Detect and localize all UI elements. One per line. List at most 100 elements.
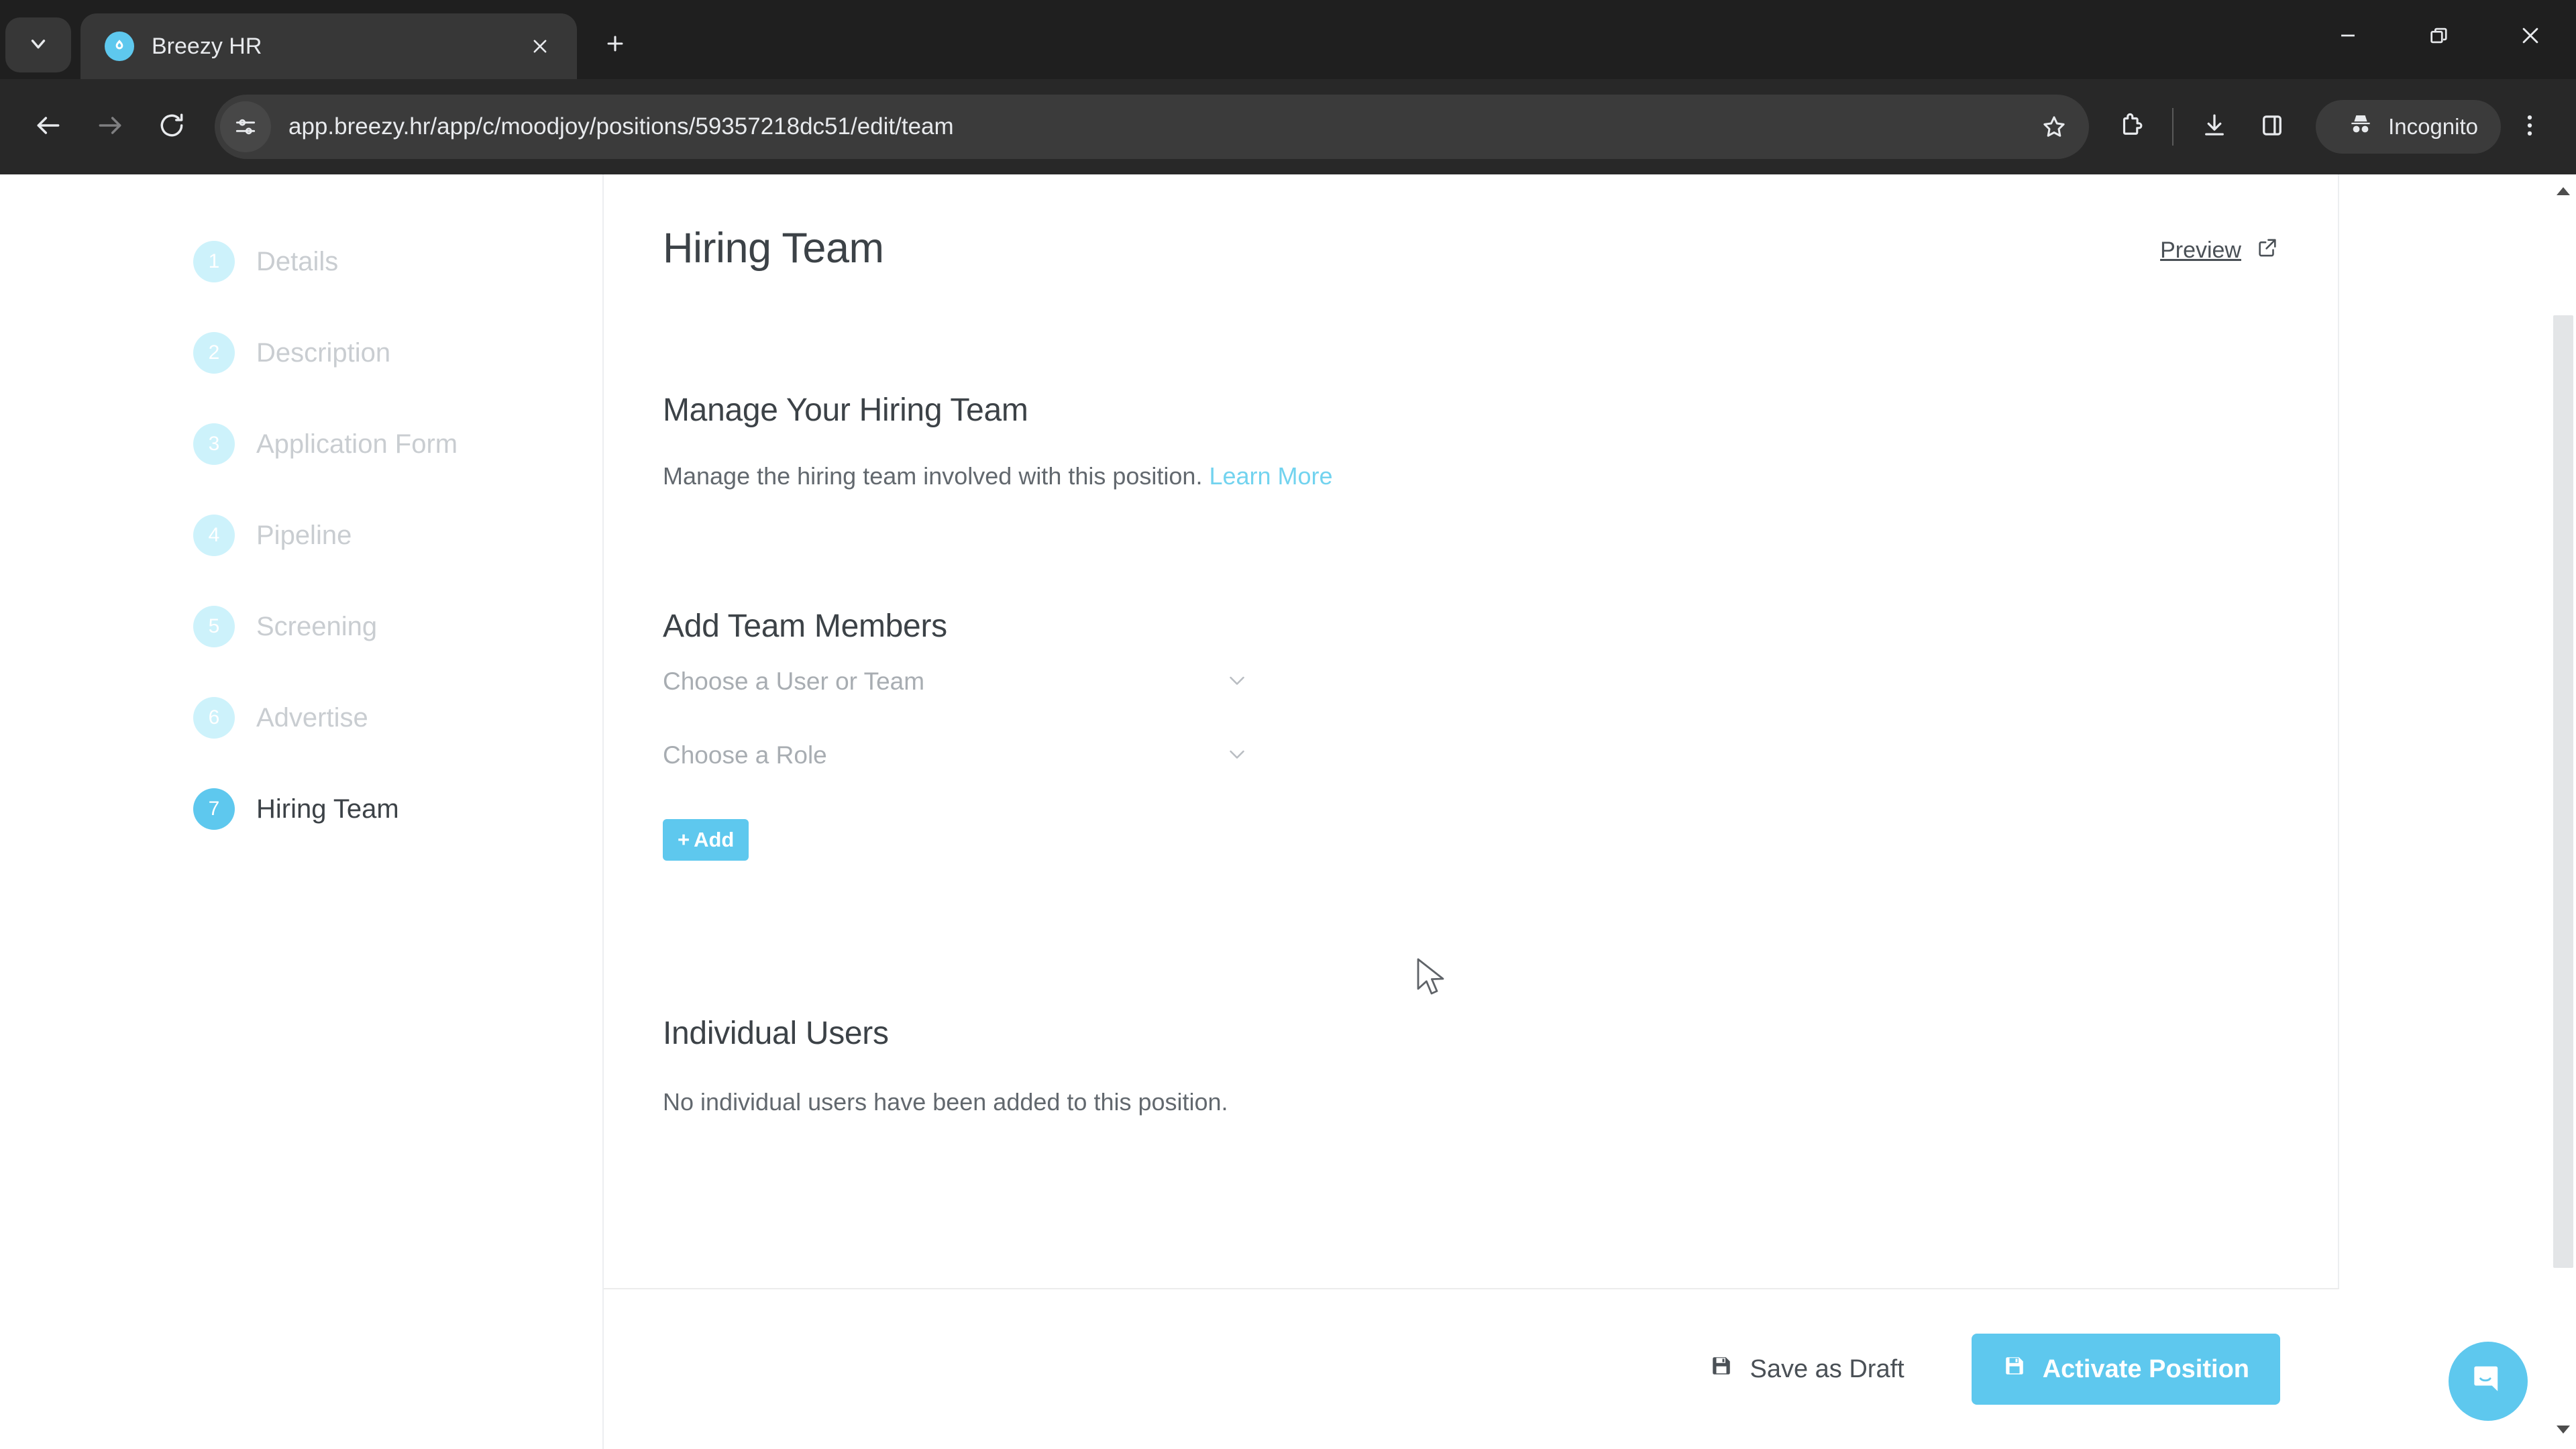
step-number-badge: 1 [193,241,235,282]
close-icon[interactable] [522,28,558,64]
scrollbar-thumb[interactable] [2553,315,2573,1268]
page-scrollbar[interactable] [2551,174,2576,1449]
chrome-menu-button[interactable] [2501,98,2559,156]
plus-icon: + [678,828,690,851]
back-button[interactable] [17,96,79,158]
tab-search-button[interactable] [5,17,71,72]
add-button-label: Add [694,828,735,851]
role-select[interactable]: Choose a Role [663,718,1250,792]
browser-toolbar: app.breezy.hr/app/c/moodjoy/positions/59… [0,79,2576,174]
caret-down-icon [2556,1425,2571,1438]
save-disk-icon [1709,1354,1750,1385]
step-number-badge: 5 [193,606,235,647]
sidebar-item-hiring-team[interactable]: 7 Hiring Team [0,784,602,835]
chevron-down-icon [1224,741,1250,770]
close-icon [2519,24,2542,50]
role-placeholder: Choose a Role [663,741,827,769]
minimize-button[interactable] [2302,0,2394,74]
browser-tab[interactable]: Breezy HR [80,13,577,79]
incognito-label: Incognito [2388,114,2478,139]
tab-strip: Breezy HR [0,0,2576,79]
address-bar[interactable]: app.breezy.hr/app/c/moodjoy/positions/59… [215,95,2090,159]
page-viewport: 1 Details 2 Description 3 Application Fo… [0,174,2576,1449]
step-number-badge: 3 [193,423,235,465]
restore-icon [2428,24,2451,50]
sidebar-item-screening[interactable]: 5 Screening [0,601,602,652]
sidebar-item-advertise[interactable]: 6 Advertise [0,692,602,743]
sidebar-item-label: Hiring Team [256,794,399,824]
close-window-button[interactable] [2485,0,2576,74]
three-dot-menu-icon [2516,111,2544,143]
save-as-draft-label: Save as Draft [1750,1354,1904,1383]
manage-team-description: Manage the hiring team involved with thi… [663,462,2279,490]
sidebar-item-pipeline[interactable]: 4 Pipeline [0,510,602,561]
step-number-badge: 6 [193,697,235,739]
sidebar-item-label: Details [256,246,339,276]
forward-button[interactable] [79,96,141,158]
reload-icon [157,111,186,144]
manage-team-text: Manage the hiring team involved with thi… [663,462,1203,490]
side-panel-icon [2258,111,2286,143]
arrow-left-icon [34,111,63,144]
form-footer: Save as Draft Activate Position [604,1288,2339,1449]
learn-more-link[interactable]: Learn More [1209,462,1332,490]
preview-label: Preview [2160,237,2241,263]
new-tab-button[interactable] [592,21,639,68]
sidebar-item-label: Application Form [256,429,458,459]
position-wizard-sidebar: 1 Details 2 Description 3 Application Fo… [0,174,604,1449]
external-link-icon [2241,236,2279,265]
mouse-cursor [1414,957,1454,1000]
url-text[interactable]: app.breezy.hr/app/c/moodjoy/positions/59… [288,113,2029,140]
sidebar-item-label: Description [256,337,391,368]
sidebar-item-label: Screening [256,611,378,641]
chat-bubble-icon [2467,1359,2509,1404]
chevron-down-icon [27,32,50,58]
extensions-button[interactable] [2102,98,2160,156]
intercom-chat-launcher[interactable] [2449,1342,2528,1421]
step-number-badge: 7 [193,788,235,830]
plus-icon [604,32,627,58]
individual-users-empty-text: No individual users have been added to t… [663,1088,1228,1116]
main-content-panel: Hiring Team Preview Manage Your Hiring T… [604,174,2339,1449]
sidebar-item-application-form[interactable]: 3 Application Form [0,419,602,470]
user-or-team-placeholder: Choose a User or Team [663,667,925,695]
maximize-restore-button[interactable] [2394,0,2485,74]
extensions-puzzle-icon [2117,111,2145,143]
manage-team-heading: Manage Your Hiring Team [663,392,1028,428]
toolbar-divider [2172,108,2174,146]
download-icon [2200,111,2229,143]
add-team-member-button[interactable]: + Add [663,819,749,861]
preview-link[interactable]: Preview [2160,236,2279,265]
browser-window: Breezy HR app.breezy.hr/app/c/moodjoy/po… [0,0,2576,1449]
tab-title: Breezy HR [152,33,262,59]
page-header: Hiring Team Preview [663,224,2279,272]
activate-position-button[interactable]: Activate Position [1971,1334,2280,1405]
user-or-team-select[interactable]: Choose a User or Team [663,645,1250,718]
scroll-up-button[interactable] [2551,180,2576,205]
sidebar-item-label: Advertise [256,702,368,733]
individual-users-heading: Individual Users [663,1016,889,1051]
window-controls [2302,0,2576,74]
scroll-down-button[interactable] [2551,1418,2576,1444]
save-disk-icon [2002,1354,2043,1385]
incognito-hat-icon [2347,110,2375,144]
sidebar-item-description[interactable]: 2 Description [0,327,602,378]
add-team-members-heading: Add Team Members [663,608,947,644]
chevron-down-icon [1224,667,1250,696]
sidebar-item-label: Pipeline [256,520,352,550]
minimize-icon [2337,24,2359,50]
breezy-logo-icon [105,32,134,61]
caret-up-icon [2556,186,2571,199]
page-title: Hiring Team [663,225,884,272]
downloads-button[interactable] [2186,98,2243,156]
sidebar-item-details[interactable]: 1 Details [0,236,602,287]
step-number-badge: 2 [193,332,235,374]
save-as-draft-button[interactable]: Save as Draft [1709,1354,1904,1385]
step-number-badge: 4 [193,515,235,556]
activate-position-label: Activate Position [2042,1354,2249,1383]
side-panel-button[interactable] [2243,98,2301,156]
page-settings-icon[interactable] [220,101,271,152]
incognito-indicator[interactable]: Incognito [2316,100,2501,154]
reload-button[interactable] [141,96,203,158]
star-icon[interactable] [2029,101,2080,152]
